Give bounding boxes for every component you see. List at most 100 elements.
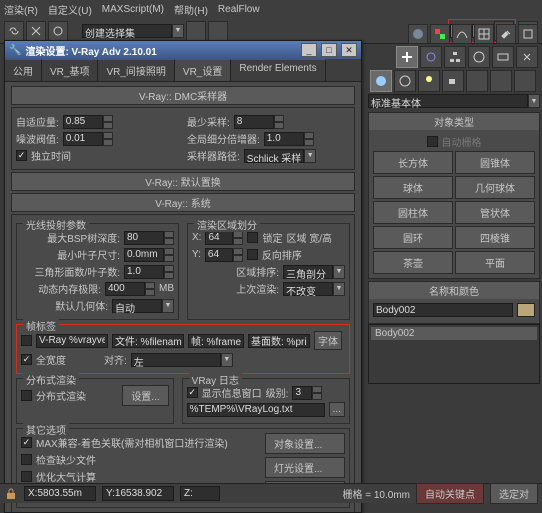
region-reverse-checkbox[interactable] <box>247 249 258 260</box>
systems-cat-icon[interactable] <box>514 70 536 92</box>
prim-sphere[interactable]: 球体 <box>373 176 453 199</box>
object-color-swatch[interactable] <box>517 303 535 317</box>
prim-cone[interactable]: 圆锥体 <box>455 151 535 174</box>
menu-realflow[interactable]: RealFlow <box>218 4 260 15</box>
adapt-spinner[interactable] <box>63 115 113 129</box>
tab-render-elements[interactable]: Render Elements <box>231 59 325 81</box>
tab-vr-indirect[interactable]: VR_间接照明 <box>98 59 174 81</box>
coord-z-input[interactable] <box>180 486 220 501</box>
lights-cat-icon[interactable] <box>418 70 440 92</box>
util-script-icon[interactable] <box>518 24 538 44</box>
prim-box[interactable]: 长方体 <box>373 151 453 174</box>
object-list[interactable]: Body002 <box>368 324 540 384</box>
frame-text1[interactable] <box>36 334 108 348</box>
create-tab-icon[interactable] <box>396 46 418 68</box>
frame-text3[interactable] <box>188 334 244 348</box>
util-grid-icon[interactable] <box>474 24 494 44</box>
rollout-default-displacement[interactable]: V-Ray:: 默认置换 <box>11 172 355 191</box>
minleaf-spinner[interactable] <box>124 248 174 262</box>
modify-tab-icon[interactable] <box>420 46 442 68</box>
maxbsp-spinner[interactable] <box>124 231 174 245</box>
distributed-settings-button[interactable]: 设置... <box>122 385 168 406</box>
prim-geosphere[interactable]: 几何球体 <box>455 176 535 199</box>
shapes-cat-icon[interactable] <box>394 70 416 92</box>
prim-pyramid[interactable]: 四棱锥 <box>455 226 535 249</box>
prim-teapot[interactable]: 茶壶 <box>373 251 453 274</box>
tool-bind-icon[interactable] <box>48 21 68 41</box>
dialog-titlebar[interactable]: 🔧 渲染设置: V-Ray Adv 2.10.01 _ □ ✕ <box>5 41 361 59</box>
frame-fullwidth-checkbox[interactable]: ✓ <box>21 354 32 365</box>
util-color-icon[interactable] <box>430 24 450 44</box>
object-type-rollout[interactable]: 对象类型 <box>369 113 539 130</box>
name-color-rollout[interactable]: 名称和颜色 <box>369 282 539 299</box>
util-hammer-icon[interactable] <box>496 24 516 44</box>
region-lock-checkbox[interactable] <box>247 232 258 243</box>
coord-y-input[interactable] <box>102 486 174 501</box>
vraylog-path-input[interactable] <box>187 403 325 417</box>
utilities-tab-icon[interactable] <box>516 46 538 68</box>
hierarchy-tab-icon[interactable] <box>444 46 466 68</box>
maximize-button[interactable]: □ <box>321 43 337 57</box>
frame-text4[interactable] <box>248 334 310 348</box>
prim-plane[interactable]: 平面 <box>455 251 535 274</box>
prim-cylinder[interactable]: 圆柱体 <box>373 201 453 224</box>
object-name-input[interactable] <box>373 303 513 317</box>
motion-tab-icon[interactable] <box>468 46 490 68</box>
list-item[interactable]: Body002 <box>371 327 537 340</box>
menu-render[interactable]: 渲染(R) <box>4 2 38 17</box>
vraylog-browse-button[interactable]: ... <box>329 402 345 417</box>
frame-font-button[interactable]: 字体 <box>314 331 342 350</box>
selection-lock-button[interactable]: 选定对 <box>490 483 538 504</box>
globalmult-spinner[interactable] <box>264 132 314 146</box>
coord-x-input[interactable] <box>24 486 96 501</box>
noise-spinner[interactable] <box>63 132 113 146</box>
vraylog-show-checkbox[interactable]: ✓ <box>187 387 198 398</box>
minimize-button[interactable]: _ <box>301 43 317 57</box>
distributed-checkbox[interactable] <box>21 390 32 401</box>
face-spinner[interactable] <box>124 265 174 279</box>
util-ball-icon[interactable] <box>408 24 428 44</box>
independent-time-checkbox[interactable]: ✓ <box>16 150 27 161</box>
selection-set-dropdown[interactable]: 创建选择集▼ <box>82 24 184 38</box>
display-tab-icon[interactable] <box>492 46 514 68</box>
tab-vr-settings[interactable]: VR_设置 <box>175 59 231 81</box>
region-y-spinner[interactable] <box>205 248 243 262</box>
tool-link-icon[interactable] <box>4 21 24 41</box>
vraylog-level-spinner[interactable] <box>292 386 322 400</box>
helpers-cat-icon[interactable] <box>466 70 488 92</box>
menu-custom[interactable]: 自定义(U) <box>48 2 92 17</box>
frame-text2[interactable] <box>112 334 184 348</box>
region-div-dropdown[interactable]: 三角剖分▼ <box>283 265 345 279</box>
tool-unlink-icon[interactable] <box>26 21 46 41</box>
close-button[interactable]: ✕ <box>341 43 357 57</box>
rollout-system[interactable]: V-Ray:: 系统 <box>11 193 355 212</box>
frame-align-dropdown[interactable]: 左▼ <box>131 353 233 367</box>
prim-tube[interactable]: 管状体 <box>455 201 535 224</box>
object-settings-button[interactable]: 对象设置... <box>265 433 345 454</box>
rollout-dmc[interactable]: V-Ray:: DMC采样器 <box>11 86 355 105</box>
spacewarps-cat-icon[interactable] <box>490 70 512 92</box>
tab-vr-basic[interactable]: VR_基项 <box>42 59 98 81</box>
prim-torus[interactable]: 圆环 <box>373 226 453 249</box>
sampler-path-dropdown[interactable]: Schlick 采样▼ <box>244 149 316 163</box>
mem-spinner[interactable] <box>105 282 155 296</box>
misc-optimize-atm-checkbox[interactable] <box>21 471 32 482</box>
geom-dropdown[interactable]: 自动▼ <box>112 299 174 313</box>
primitive-type-dropdown[interactable]: 标准基本体▼ <box>368 94 540 108</box>
minsamp-spinner[interactable] <box>234 115 284 129</box>
autokey-button[interactable]: 自动关键点 <box>416 483 484 504</box>
region-x-spinner[interactable] <box>205 231 243 245</box>
tool-extra1-icon[interactable] <box>186 21 206 41</box>
light-settings-button[interactable]: 灯光设置... <box>265 457 345 478</box>
geometry-cat-icon[interactable] <box>370 70 392 92</box>
region-prev-dropdown[interactable]: 不改变▼ <box>283 282 345 296</box>
tool-extra2-icon[interactable] <box>208 21 228 41</box>
misc-check-missing-checkbox[interactable] <box>21 454 32 465</box>
misc-maxcompat-checkbox[interactable]: ✓ <box>21 437 32 448</box>
util-curve-icon[interactable] <box>452 24 472 44</box>
menu-maxscript[interactable]: MAXScript(M) <box>102 4 164 15</box>
cameras-cat-icon[interactable] <box>442 70 464 92</box>
tab-common[interactable]: 公用 <box>5 59 42 81</box>
menu-help[interactable]: 帮助(H) <box>174 2 208 17</box>
frame-vray-checkbox[interactable] <box>21 335 32 346</box>
